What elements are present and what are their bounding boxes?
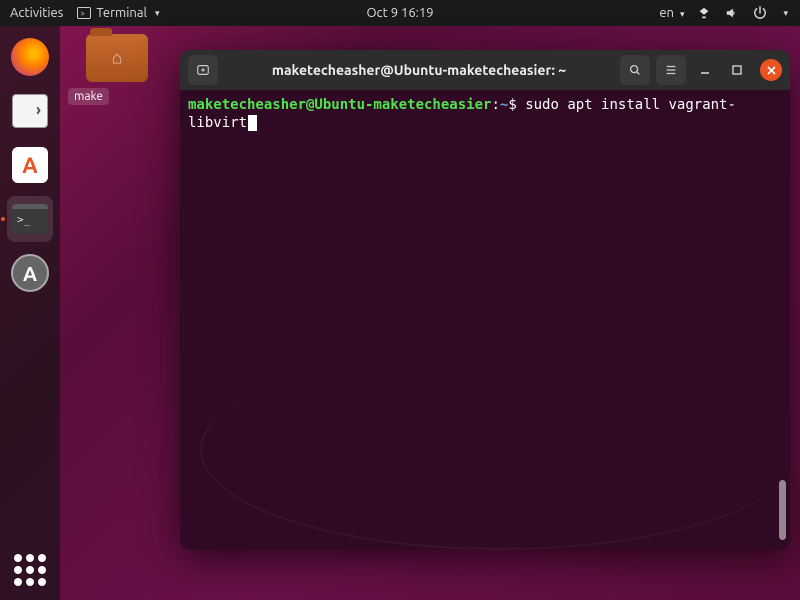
folder-label: make (68, 88, 109, 105)
home-folder-icon[interactable]: ⌂ (86, 34, 148, 82)
minimize-button[interactable] (692, 57, 718, 83)
firefox-icon (11, 38, 49, 76)
scrollbar[interactable] (779, 480, 786, 540)
files-icon (12, 94, 48, 128)
dock-item-files[interactable] (7, 88, 53, 134)
power-icon[interactable] (752, 5, 768, 21)
hamburger-menu-button[interactable] (656, 55, 686, 85)
app-menu-label: Terminal (96, 6, 147, 20)
window-title: maketecheasher@Ubuntu-maketecheasier: ~ (224, 62, 614, 78)
activities-button[interactable]: Activities (10, 6, 63, 20)
terminal-icon (77, 7, 91, 19)
volume-icon[interactable] (724, 5, 740, 21)
show-applications-button[interactable] (14, 554, 46, 586)
prompt-separator: : (491, 97, 499, 113)
prompt-user-host: maketecheasher@Ubuntu-maketecheasier (188, 97, 491, 113)
language-indicator[interactable]: en ▾ (659, 6, 684, 20)
new-tab-button[interactable] (188, 55, 218, 85)
dock (0, 26, 60, 600)
cursor (248, 115, 257, 131)
close-button[interactable] (760, 59, 782, 81)
dock-item-updater[interactable] (7, 250, 53, 296)
network-icon[interactable] (696, 5, 712, 21)
chevron-down-icon: ▾ (680, 9, 685, 19)
terminal-icon (12, 204, 48, 234)
gnome-topbar: Activities Terminal ▾ Oct 9 16:19 en ▾ ▾ (0, 0, 800, 26)
prompt-dollar: $ (508, 97, 516, 113)
dock-item-firefox[interactable] (7, 34, 53, 80)
clock[interactable]: Oct 9 16:19 (366, 6, 433, 20)
chevron-down-icon: ▾ (783, 8, 788, 19)
dock-item-software[interactable] (7, 142, 53, 188)
home-icon: ⌂ (112, 48, 123, 69)
terminal-window: maketecheasher@Ubuntu-maketecheasier: ~ … (180, 50, 790, 550)
terminal-body[interactable]: maketecheasher@Ubuntu-maketecheasier:~$ … (180, 90, 790, 550)
titlebar[interactable]: maketecheasher@Ubuntu-maketecheasier: ~ (180, 50, 790, 90)
dock-item-terminal[interactable] (7, 196, 53, 242)
search-button[interactable] (620, 55, 650, 85)
software-center-icon (12, 147, 48, 183)
software-updater-icon (11, 254, 49, 292)
app-menu[interactable]: Terminal ▾ (77, 6, 159, 20)
chevron-down-icon: ▾ (155, 8, 160, 19)
maximize-button[interactable] (724, 57, 750, 83)
